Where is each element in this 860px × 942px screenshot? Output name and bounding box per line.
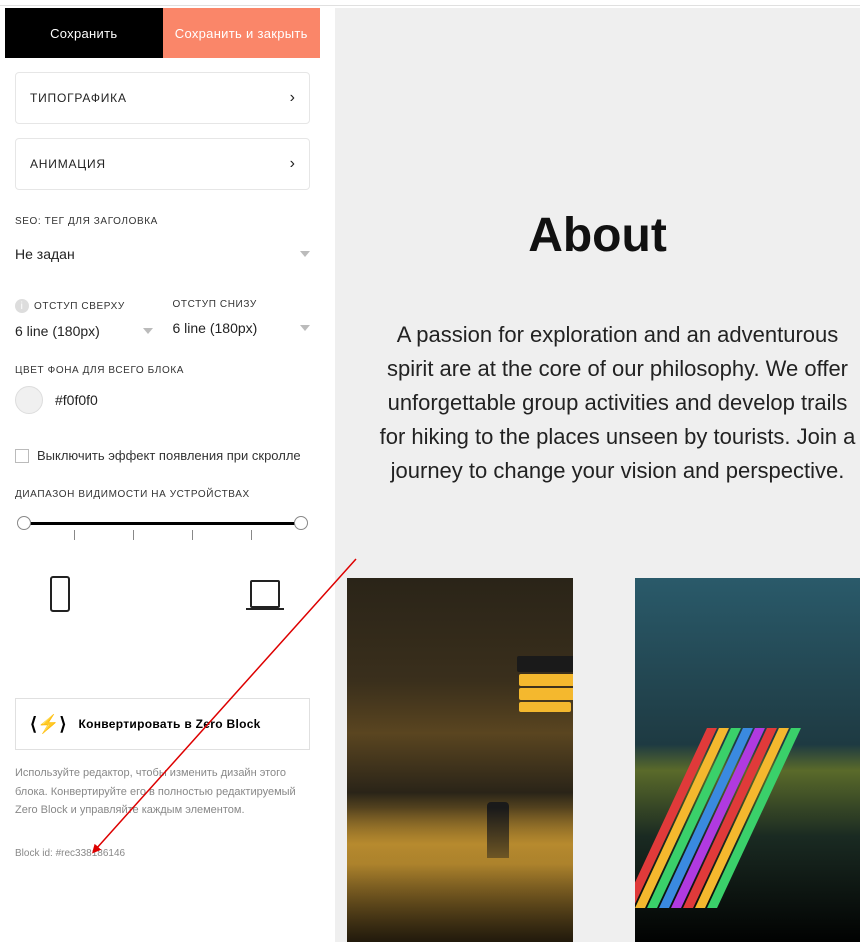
image-gallery	[347, 578, 860, 942]
device-icons	[45, 572, 280, 616]
save-close-button[interactable]: Сохранить и закрыть	[163, 8, 321, 58]
padding-bottom-label: ОТСТУП СНИЗУ	[173, 299, 311, 310]
help-text: Используйте редактор, чтобы изменить диз…	[15, 764, 310, 820]
slider-tick	[74, 530, 75, 540]
caret-down-icon	[300, 325, 310, 331]
select-value: Не задан	[15, 246, 75, 262]
info-icon: i	[15, 299, 29, 313]
padding-top-label: i ОТСТУП СВЕРХУ	[15, 299, 153, 313]
gallery-image-1	[347, 578, 573, 942]
padding-bottom-select[interactable]: 6 line (180px)	[173, 320, 311, 336]
checkbox-label: Выключить эффект появления при скролле	[37, 448, 301, 463]
animation-accordion[interactable]: АНИМАЦИЯ ›	[15, 138, 310, 190]
accordion-label: ТИПОГРАФИКА	[30, 91, 127, 105]
caret-down-icon	[143, 328, 153, 334]
typography-accordion[interactable]: ТИПОГРАФИКА ›	[15, 72, 310, 124]
scroll-effect-checkbox[interactable]	[15, 449, 29, 463]
bg-color-label: ЦВЕТ ФОНА ДЛЯ ВСЕГО БЛОКА	[15, 365, 310, 376]
chevron-right-icon: ›	[290, 89, 295, 107]
visibility-label: ДИАПАЗОН ВИДИМОСТИ НА УСТРОЙСТВАХ	[15, 489, 310, 500]
visibility-slider[interactable]	[15, 516, 310, 548]
phone-icon	[45, 572, 75, 616]
save-button[interactable]: Сохранить	[5, 8, 163, 58]
slider-tick	[251, 530, 252, 540]
slider-tick	[192, 530, 193, 540]
convert-zero-block-button[interactable]: ⟨⚡⟩ Конвертировать в Zero Block	[15, 698, 310, 750]
select-value: 6 line (180px)	[173, 320, 258, 336]
slider-handle-min[interactable]	[17, 516, 31, 530]
convert-icon: ⟨⚡⟩	[30, 714, 66, 735]
color-hex[interactable]: #f0f0f0	[55, 392, 98, 408]
bg-color-row: #f0f0f0	[15, 386, 310, 414]
seo-label: SEO: ТЕГ ДЛЯ ЗАГОЛОВКА	[15, 216, 310, 227]
convert-label: Конвертировать в Zero Block	[78, 717, 260, 731]
gallery-image-2	[635, 578, 860, 942]
slider-tick	[133, 530, 134, 540]
page-paragraph: A passion for exploration and an adventu…	[375, 318, 860, 488]
laptop-icon	[250, 572, 280, 616]
panel-body: ТИПОГРАФИКА › АНИМАЦИЯ › SEO: ТЕГ ДЛЯ ЗА…	[5, 58, 320, 859]
accordion-label: АНИМАЦИЯ	[30, 157, 106, 171]
label-text: ОТСТУП СВЕРХУ	[34, 301, 125, 312]
tabs: Сохранить Сохранить и закрыть	[5, 8, 320, 58]
chevron-right-icon: ›	[290, 155, 295, 173]
block-id-text: Block id: #rec338186146	[15, 848, 310, 859]
select-value: 6 line (180px)	[15, 323, 100, 339]
page-title: About	[335, 208, 860, 263]
page-preview: About A passion for exploration and an a…	[335, 8, 860, 942]
color-swatch[interactable]	[15, 386, 43, 414]
label-text: ОТСТУП СНИЗУ	[173, 299, 257, 310]
top-divider	[0, 5, 860, 6]
padding-row: i ОТСТУП СВЕРХУ 6 line (180px) ОТСТУП СН…	[15, 299, 310, 339]
slider-handle-max[interactable]	[294, 516, 308, 530]
settings-panel: Сохранить Сохранить и закрыть ТИПОГРАФИК…	[5, 8, 320, 942]
seo-tag-select[interactable]: Не задан	[15, 237, 310, 271]
padding-top-col: i ОТСТУП СВЕРХУ 6 line (180px)	[15, 299, 153, 339]
scroll-effect-row: Выключить эффект появления при скролле	[15, 448, 310, 463]
padding-top-select[interactable]: 6 line (180px)	[15, 323, 153, 339]
padding-bottom-col: ОТСТУП СНИЗУ 6 line (180px)	[173, 299, 311, 339]
caret-down-icon	[300, 251, 310, 257]
slider-track	[23, 522, 302, 525]
